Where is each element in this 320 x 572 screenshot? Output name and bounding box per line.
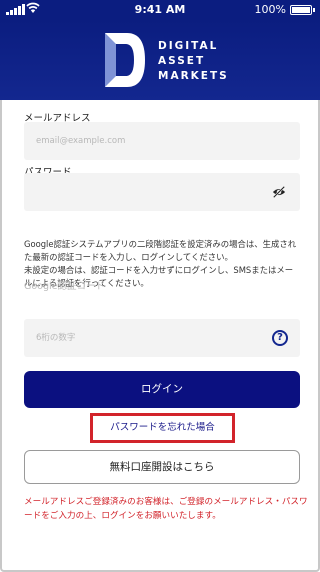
eye-slash-icon[interactable] <box>272 185 286 199</box>
logo-line-1: Digital <box>158 40 219 52</box>
open-account-button[interactable]: 無料口座開設はこちら <box>24 450 300 484</box>
login-instruction-note: メールアドレスご登録済みのお客様は、ご登録のメールアドレス・パスワードをご入力の… <box>24 497 308 521</box>
status-bar: 9:41 AM 100% <box>0 0 320 20</box>
battery-tip <box>313 8 315 12</box>
logo-wordmark: Digital Asset Markets <box>158 39 229 84</box>
password-field[interactable] <box>24 173 300 211</box>
battery-icon <box>290 5 312 15</box>
battery-percent: 100% <box>254 3 286 16</box>
email-placeholder: email@example.com <box>36 136 126 146</box>
google-code-field[interactable]: 6桁の数字 ? <box>24 319 300 357</box>
notice-text-1: Google認証システムアプリの二段階認証を設定済みの場合は、生成された最新の認… <box>24 239 297 262</box>
logo-line-2: Asset <box>158 55 206 67</box>
forgot-password-link[interactable]: パスワードを忘れた場合 <box>90 413 235 443</box>
app-header: Digital Asset Markets <box>0 20 320 100</box>
google-code-placeholder: 6桁の数字 <box>36 333 76 343</box>
question-circle-icon[interactable]: ? <box>272 330 288 346</box>
logo-line-3: Markets <box>158 70 229 82</box>
logo-icon <box>105 33 145 87</box>
email-field[interactable]: email@example.com <box>24 122 300 160</box>
google-code-label: Google認証コード <box>24 281 106 292</box>
login-button[interactable]: ログイン <box>24 371 300 408</box>
